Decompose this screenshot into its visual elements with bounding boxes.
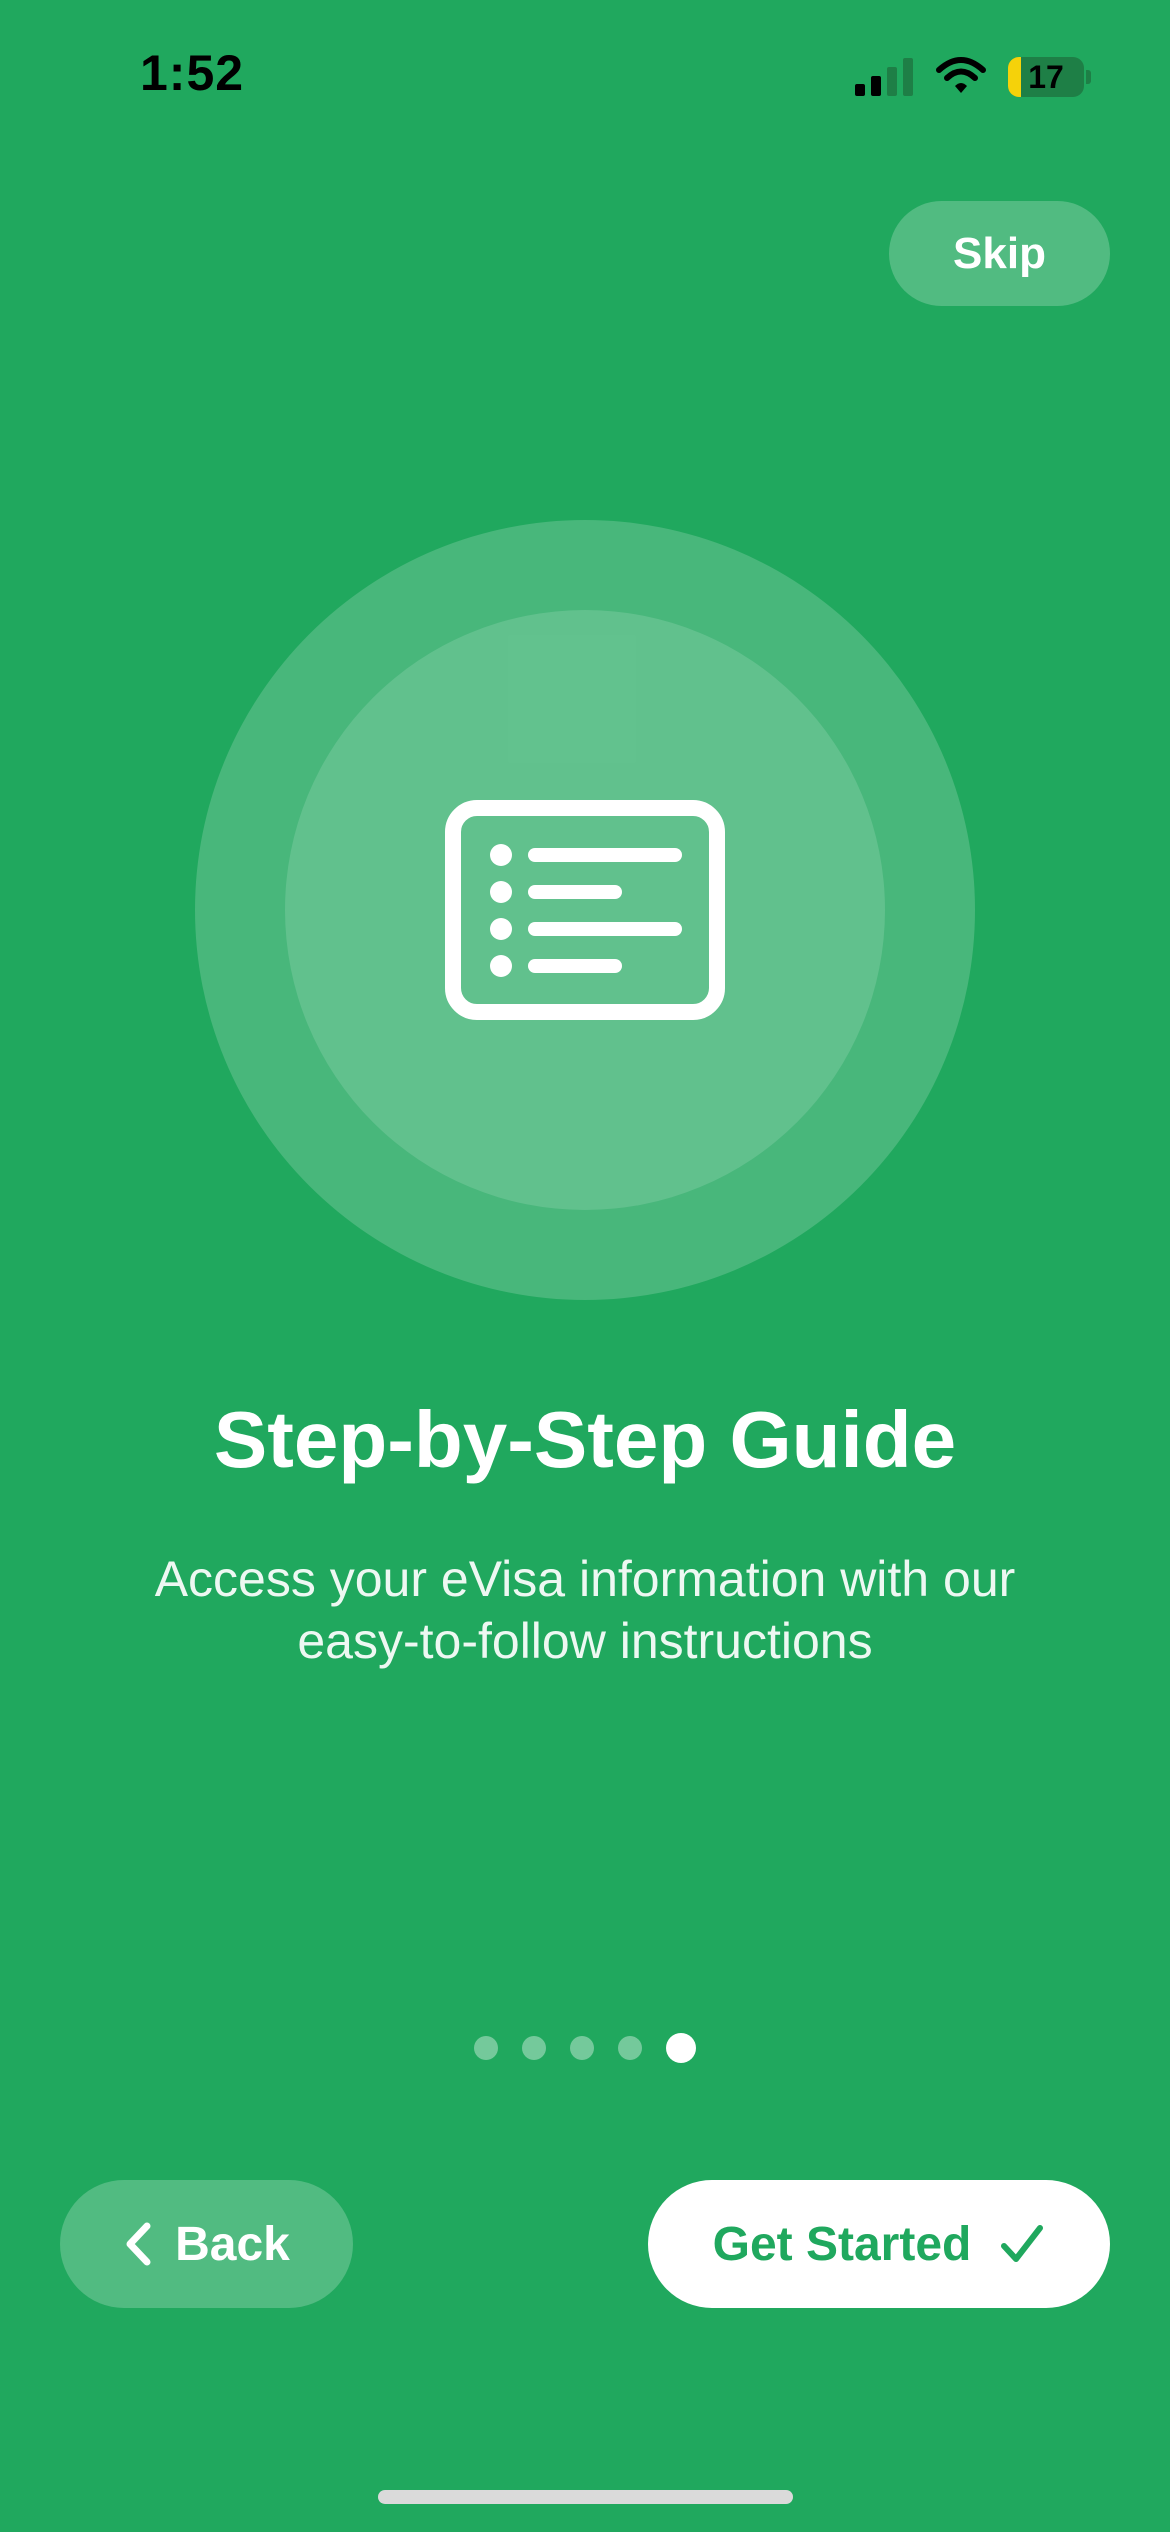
pagination-dot-3[interactable] (570, 2036, 594, 2060)
checkmark-icon (1001, 2225, 1044, 2262)
chevron-left-icon (126, 2222, 151, 2266)
cellular-signal-icon (855, 58, 913, 96)
list-document-icon (445, 800, 725, 1020)
back-button[interactable]: Back (60, 2180, 353, 2308)
get-started-button[interactable]: Get Started (648, 2180, 1110, 2308)
page-title: Step-by-Step Guide (213, 1395, 957, 1484)
battery-nub (1086, 70, 1091, 84)
status-bar: 1:52 17 (0, 0, 1170, 150)
page-subtitle: Access your eVisa information with our e… (85, 1548, 1085, 1672)
pagination-dot-5[interactable] (666, 2033, 696, 2063)
pagination-dot-2[interactable] (522, 2036, 546, 2060)
battery-indicator: 17 (1008, 57, 1091, 97)
pagination-dots (0, 2033, 1170, 2063)
pagination-dot-4[interactable] (618, 2036, 642, 2060)
subtitle-line-2: easy-to-follow instructions (297, 1613, 873, 1669)
subtitle-line-1: Access your eVisa information with our (154, 1551, 1016, 1607)
wifi-icon (936, 57, 986, 93)
home-indicator (378, 2490, 793, 2504)
battery-body: 17 (1008, 57, 1084, 97)
get-started-label: Get Started (712, 2217, 972, 2271)
status-time: 1:52 (140, 45, 245, 101)
battery-percentage: 17 (1028, 59, 1064, 95)
skip-button[interactable]: Skip (889, 201, 1110, 306)
back-label: Back (175, 2217, 290, 2271)
pagination-dot-1[interactable] (474, 2036, 498, 2060)
